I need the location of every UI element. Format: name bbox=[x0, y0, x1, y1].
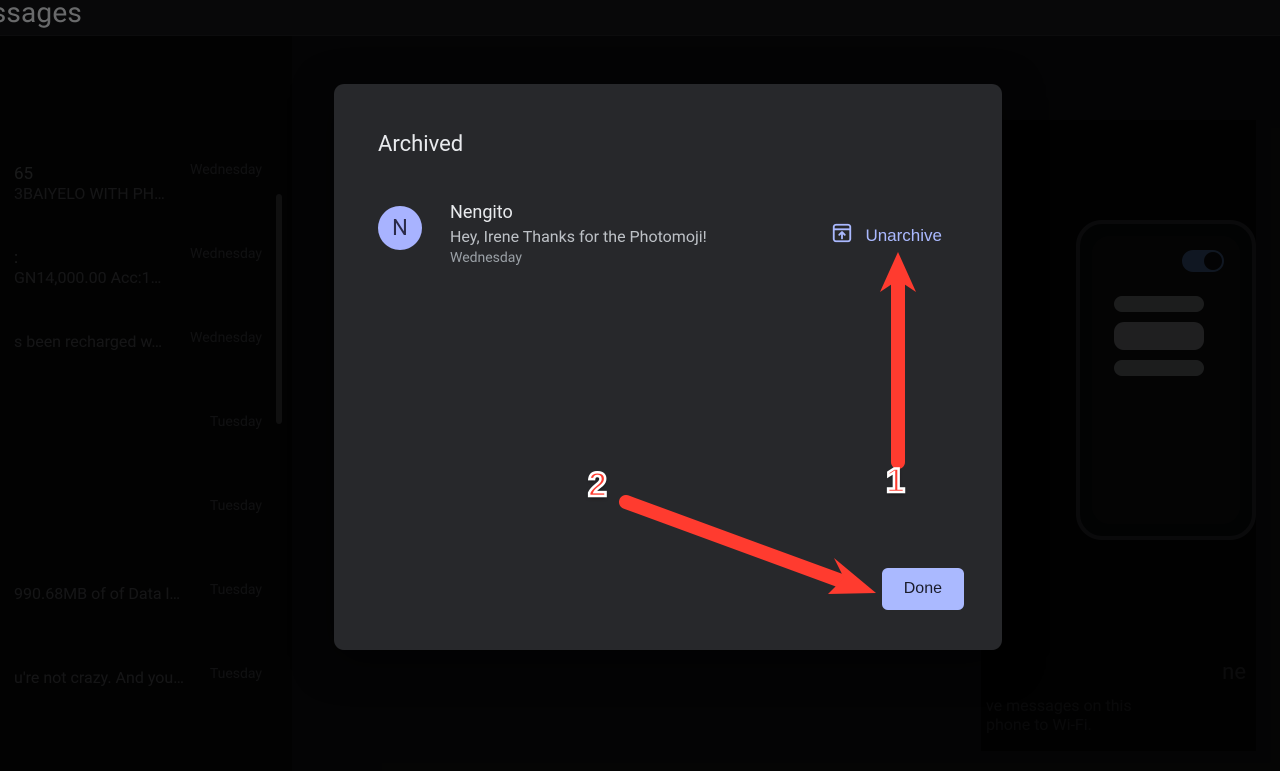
unarchive-button[interactable]: Unarchive bbox=[821, 216, 952, 255]
done-button[interactable]: Done bbox=[882, 568, 964, 610]
archived-modal: Archived N Nengito Hey, Irene Thanks for… bbox=[334, 84, 1002, 650]
message-day: Wednesday bbox=[450, 250, 782, 266]
avatar: N bbox=[378, 206, 422, 250]
unarchive-icon bbox=[831, 222, 853, 249]
archived-item[interactable]: N Nengito Hey, Irene Thanks for the Phot… bbox=[378, 202, 962, 262]
annotation-number-1: 1 bbox=[886, 462, 905, 501]
annotation-number-2: 2 bbox=[588, 466, 607, 505]
unarchive-label: Unarchive bbox=[865, 226, 942, 246]
message-preview: Hey, Irene Thanks for the Photomoji! bbox=[450, 227, 782, 246]
modal-title: Archived bbox=[378, 132, 463, 157]
contact-name: Nengito bbox=[450, 202, 782, 223]
app-root: Messages 65 3BAIYELO WITH PH… Wednesday … bbox=[0, 0, 1280, 771]
